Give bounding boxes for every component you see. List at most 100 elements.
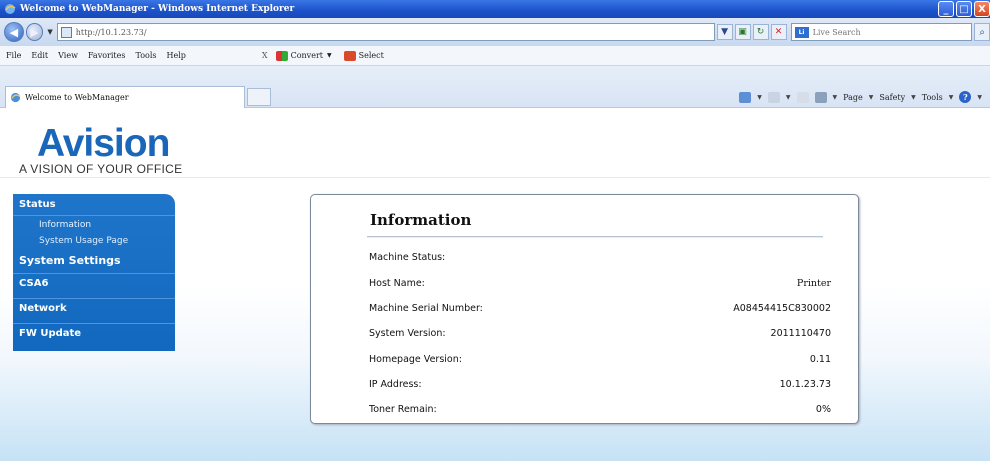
- menu-tools[interactable]: Tools: [135, 51, 156, 60]
- information-panel: Information Machine Status: Host Name: P…: [310, 194, 859, 424]
- info-row-host-name: Host Name: Printer: [369, 278, 831, 289]
- menu-bar: File Edit View Favorites Tools Help X Co…: [0, 46, 990, 66]
- info-row-ip-address: IP Address: 10.1.23.73: [369, 379, 831, 390]
- info-label: Host Name:: [369, 278, 425, 289]
- print-dropdown-icon[interactable]: ▼: [833, 94, 838, 101]
- select-icon: [343, 50, 356, 61]
- search-field[interactable]: Li: [790, 23, 973, 41]
- menu-edit[interactable]: Edit: [31, 51, 48, 60]
- panel-title: Information: [370, 211, 472, 229]
- help-icon[interactable]: ?: [959, 91, 972, 103]
- info-value: 0%: [815, 404, 831, 415]
- tab-title: Welcome to WebManager: [25, 93, 129, 102]
- convert-dropdown-icon: ▼: [326, 52, 332, 59]
- page-content: Avision A VISION OF YOUR OFFICE Status I…: [0, 108, 990, 461]
- sidebar-divider: [13, 323, 175, 324]
- command-bar: ▼ ▼ ▼ Page ▼ Safety ▼ Tools ▼ ? ▼: [739, 88, 982, 106]
- page-icon: [60, 26, 72, 38]
- forward-arrow-icon: ▶: [30, 25, 39, 39]
- maximize-button[interactable]: □: [956, 1, 972, 17]
- info-row-homepage-version: Homepage Version: 0.11: [369, 354, 831, 365]
- menu-help[interactable]: Help: [167, 51, 186, 60]
- info-row-serial-number: Machine Serial Number: A08454415C830002: [369, 303, 831, 314]
- ie-icon: [5, 4, 16, 14]
- help-dropdown-icon[interactable]: ▼: [977, 94, 982, 101]
- select-label: Select: [358, 51, 384, 60]
- window-title-bar[interactable]: Welcome to WebManager - Windows Internet…: [0, 0, 990, 18]
- sidebar-item-status[interactable]: Status: [13, 199, 56, 210]
- print-icon[interactable]: [814, 91, 827, 103]
- window-title: Welcome to WebManager - Windows Internet…: [20, 4, 295, 14]
- convert-label: Convert: [290, 51, 323, 60]
- tools-menu[interactable]: Tools: [922, 93, 943, 102]
- sidebar-nav: Status Information System Usage Page Sys…: [13, 194, 175, 351]
- avision-logo: Avision A VISION OF YOUR OFFICE: [19, 122, 182, 177]
- sidebar-item-information[interactable]: Information: [13, 220, 91, 230]
- history-dropdown-icon[interactable]: ▼: [47, 28, 52, 36]
- page-menu[interactable]: Page: [843, 93, 863, 102]
- info-label: Homepage Version:: [369, 354, 462, 365]
- convert-button[interactable]: Convert ▼: [275, 50, 332, 61]
- info-row-system-version: System Version: 2011110470: [369, 328, 831, 339]
- info-row-machine-status: Machine Status:: [369, 252, 831, 263]
- home-dropdown-icon[interactable]: ▼: [757, 94, 762, 101]
- logo-tagline: A VISION OF YOUR OFFICE: [19, 162, 183, 176]
- sidebar-divider: [13, 215, 175, 216]
- url-input[interactable]: [75, 27, 676, 37]
- stop-icon[interactable]: ✕: [770, 24, 787, 40]
- sidebar-item-fw-update[interactable]: FW Update: [13, 328, 81, 339]
- sidebar-item-csa6[interactable]: CSA6: [13, 278, 48, 289]
- close-window-button[interactable]: X: [974, 1, 990, 17]
- feeds-dropdown-icon[interactable]: ▼: [786, 94, 791, 101]
- back-button[interactable]: ◀: [4, 22, 24, 42]
- compatibility-icon[interactable]: ▣: [734, 24, 751, 40]
- convert-icon: [275, 50, 288, 61]
- info-label: IP Address:: [369, 379, 422, 390]
- info-value: 0.11: [809, 354, 831, 365]
- info-label: Machine Status:: [369, 252, 446, 263]
- feeds-icon[interactable]: [767, 91, 780, 103]
- menu-file[interactable]: File: [6, 51, 21, 60]
- new-tab-button[interactable]: [247, 88, 271, 106]
- forward-button[interactable]: ▶: [25, 23, 44, 41]
- menu-view[interactable]: View: [58, 51, 78, 60]
- address-tools: ▼ ▣ ↻ ✕: [716, 24, 787, 40]
- mail-icon[interactable]: [796, 91, 809, 103]
- sidebar-divider: [13, 298, 175, 299]
- window-controls: _ □ X: [938, 1, 990, 17]
- header-divider: [0, 177, 990, 178]
- minimize-button[interactable]: _: [938, 1, 954, 17]
- search-icon[interactable]: ⌕: [974, 23, 990, 41]
- page-dropdown-icon: ▼: [868, 93, 874, 101]
- select-button[interactable]: Select: [343, 50, 384, 61]
- live-search-icon: Li: [794, 26, 809, 38]
- sidebar-item-system-usage[interactable]: System Usage Page: [13, 236, 128, 246]
- address-field[interactable]: [56, 23, 715, 41]
- tools-dropdown-icon: ▼: [948, 93, 954, 101]
- logo-wordmark: Avision: [37, 122, 170, 165]
- title-divider: [367, 236, 823, 237]
- info-value: Printer: [796, 278, 831, 289]
- back-arrow-icon: ◀: [9, 25, 19, 39]
- address-toolbar: ◀ ▶ ▼ ▼ ▣ ↻ ✕ Li ⌕: [0, 18, 990, 46]
- info-value: 2011110470: [770, 328, 831, 339]
- search-input[interactable]: [812, 27, 963, 37]
- info-row-toner-remain: Toner Remain: 0%: [369, 404, 831, 415]
- tab-bar: Welcome to WebManager ▼ ▼ ▼ Page ▼ Safet…: [0, 66, 990, 108]
- safety-menu[interactable]: Safety: [879, 93, 905, 102]
- ie-tab-icon: [10, 92, 21, 103]
- refresh-icon[interactable]: ↻: [752, 24, 769, 40]
- safety-dropdown-icon: ▼: [911, 93, 916, 101]
- menu-favorites[interactable]: Favorites: [88, 51, 126, 60]
- tab-webmanager[interactable]: Welcome to WebManager: [5, 86, 245, 108]
- dropdown-icon[interactable]: ▼: [716, 24, 733, 40]
- sidebar-item-system-settings[interactable]: System Settings: [13, 254, 121, 267]
- info-label: Machine Serial Number:: [369, 303, 483, 314]
- close-toolbar-icon[interactable]: X: [262, 51, 268, 60]
- info-label: Toner Remain:: [369, 404, 437, 415]
- info-label: System Version:: [369, 328, 446, 339]
- sidebar-item-network[interactable]: Network: [13, 303, 67, 314]
- info-value: 10.1.23.73: [779, 379, 831, 390]
- info-value: A08454415C830002: [733, 303, 831, 314]
- home-icon[interactable]: [739, 91, 752, 103]
